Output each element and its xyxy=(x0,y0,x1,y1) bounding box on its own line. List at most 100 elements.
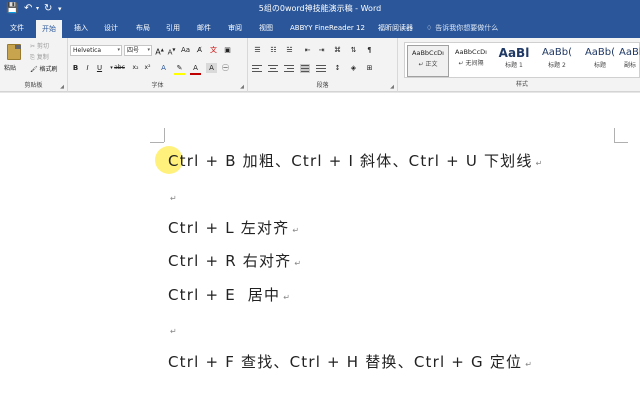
italic-icon[interactable]: I xyxy=(82,63,93,73)
style-sample: AaBbCcDı xyxy=(455,48,487,56)
styles-group-label: 样式 xyxy=(515,81,528,88)
clipboard-group-label: 剪贴板 xyxy=(24,82,43,89)
paragraph-mark: ↵ xyxy=(525,360,534,369)
tab-insert[interactable]: 插入 xyxy=(70,22,92,34)
clipboard-group: 粘贴 ✂ 剪切 ⎘ 复制 🖌 格式刷 剪贴板 ◢ xyxy=(0,38,68,92)
tab-home[interactable]: 开始 xyxy=(36,20,62,38)
cut-button[interactable]: ✂ 剪切 xyxy=(30,42,49,51)
tab-view[interactable]: 视图 xyxy=(255,22,277,34)
font-name-value: Helvetica xyxy=(73,47,102,54)
clipboard-icon xyxy=(7,44,21,60)
shrink-font-icon[interactable]: A▼ xyxy=(166,45,177,57)
document-paragraph[interactable]: Ctrl + R 右对齐 ↵ xyxy=(168,251,302,274)
tab-references[interactable]: 引用 xyxy=(162,22,184,34)
format-painter-label: 格式刷 xyxy=(39,66,58,73)
document-page[interactable] xyxy=(0,93,640,395)
style-sample: AaBb( xyxy=(619,47,640,58)
font-name-box[interactable]: Helvetica ▾ xyxy=(70,45,122,56)
clear-formatting-icon[interactable]: A̸ xyxy=(194,45,205,55)
ribbon: 粘贴 ✂ 剪切 ⎘ 复制 🖌 格式刷 剪贴板 ◢ Helvetica ▾ 四号 ▾ … xyxy=(0,38,640,92)
style-sample: AaBb( xyxy=(584,47,616,58)
superscript-icon[interactable]: x² xyxy=(142,63,153,73)
window-title: 5组の0word神技能演示稿 - Word xyxy=(258,4,382,13)
tab-file[interactable]: 文件 xyxy=(6,22,28,34)
tab-foxit[interactable]: 福昕阅读器 xyxy=(374,22,417,34)
distributed-icon[interactable] xyxy=(316,65,326,74)
numbering-icon[interactable]: ☷ xyxy=(268,45,279,55)
highlight-color-icon[interactable]: ✎ xyxy=(174,63,185,75)
document-paragraph[interactable]: Ctrl + B 加粗、Ctrl + I 斜体、Ctrl + U 下划线 ↵ xyxy=(168,151,544,174)
phonetic-guide-icon[interactable]: 文 xyxy=(208,45,219,55)
paragraph-group: ☰ ☷ ☱ ⇤ ⇥ ⌘ ⇅ ¶ ↕ ◈ ⊞ 段落 ◢ xyxy=(248,38,398,92)
document-paragraph[interactable]: Ctrl + F 查找、Ctrl + H 替换、Ctrl + G 定位 ↵ xyxy=(168,352,533,375)
paragraph-text: Ctrl + E 居中 xyxy=(168,286,281,304)
tab-design[interactable]: 设计 xyxy=(100,22,122,34)
chinese-layout-icon[interactable]: ⌘ xyxy=(332,45,343,55)
font-launcher-icon[interactable]: ◢ xyxy=(240,84,244,90)
strikethrough-icon[interactable]: abc xyxy=(114,63,125,73)
document-paragraph[interactable]: Ctrl + E 居中 ↵ xyxy=(168,285,291,308)
tell-me-box[interactable]: ♢ 告诉我你想要做什么 xyxy=(426,22,498,34)
paragraph-launcher-icon[interactable]: ◢ xyxy=(390,84,394,90)
paragraph-text: Ctrl + L 左对齐 xyxy=(168,219,290,237)
increase-indent-icon[interactable]: ⇥ xyxy=(316,45,327,55)
font-size-box[interactable]: 四号 ▾ xyxy=(124,45,152,56)
paragraph-mark: ↵ xyxy=(170,194,177,203)
tab-abbyy[interactable]: ABBYY FineReader 12 xyxy=(286,22,369,34)
shading-icon[interactable]: ◈ xyxy=(348,63,359,73)
paragraph-mark: ↵ xyxy=(292,226,301,235)
paste-button[interactable]: 粘贴 xyxy=(4,42,26,76)
chevron-down-icon: ▾ xyxy=(147,47,150,53)
paragraph-mark: ↵ xyxy=(294,259,303,268)
margin-marker xyxy=(614,142,628,143)
style-heading-2[interactable]: AaBb( 标题 2 xyxy=(536,45,578,77)
paragraph-mark: ↵ xyxy=(170,327,177,336)
document-paragraph[interactable]: Ctrl + L 左对齐 ↵ xyxy=(168,218,300,241)
style-name: 标题 1 xyxy=(505,62,523,69)
clipboard-launcher-icon[interactable]: ◢ xyxy=(60,84,64,90)
style-sample: AaBl xyxy=(498,46,530,60)
character-border-icon[interactable]: ▣ xyxy=(222,45,233,55)
change-case-icon[interactable]: Aa xyxy=(180,45,191,55)
tell-me-text: 告诉我你想要做什么 xyxy=(435,24,499,32)
paragraph-group-label: 段落 xyxy=(316,82,329,89)
bold-icon[interactable]: B xyxy=(70,63,81,73)
style-name: 标题 xyxy=(593,62,606,69)
style-title[interactable]: AaBb( 标题 xyxy=(579,45,621,77)
multilevel-list-icon[interactable]: ☱ xyxy=(284,45,295,55)
copy-button[interactable]: ⎘ 复制 xyxy=(30,53,49,62)
tab-mailings[interactable]: 邮件 xyxy=(193,22,215,34)
underline-icon[interactable]: U xyxy=(94,63,105,73)
paragraph-text: Ctrl + R 右对齐 xyxy=(168,252,292,270)
text-effects-icon[interactable]: A xyxy=(158,63,169,73)
bullets-icon[interactable]: ☰ xyxy=(252,45,263,55)
margin-marker xyxy=(614,128,615,142)
align-right-icon[interactable] xyxy=(284,65,294,74)
tab-layout[interactable]: 布局 xyxy=(132,22,154,34)
line-spacing-icon[interactable]: ↕ xyxy=(332,63,343,73)
character-shading-icon[interactable]: A xyxy=(206,63,217,73)
style-name: ↵ 无间隔 xyxy=(458,60,484,67)
style-sample: AaBbCcDı xyxy=(412,49,444,57)
show-hide-marks-icon[interactable]: ¶ xyxy=(364,45,375,55)
paragraph-text: Ctrl + F 查找、Ctrl + H 替换、Ctrl + G 定位 xyxy=(168,353,523,371)
enclose-characters-icon[interactable]: ㊀ xyxy=(220,63,231,73)
align-left-icon[interactable] xyxy=(252,65,262,74)
font-color-icon[interactable]: A xyxy=(190,63,201,75)
format-painter-button[interactable]: 🖌 格式刷 xyxy=(30,65,58,74)
tab-review[interactable]: 审阅 xyxy=(224,22,246,34)
style-sample: AaBb( xyxy=(541,47,573,58)
grow-font-icon[interactable]: A▲ xyxy=(154,45,165,58)
justify-icon[interactable] xyxy=(300,64,310,73)
align-center-icon[interactable] xyxy=(268,65,278,74)
font-group-label: 字体 xyxy=(151,82,164,89)
style-normal[interactable]: AaBbCcDı ↵ 正文 xyxy=(407,45,449,77)
style-subtitle[interactable]: AaBb( 副标 xyxy=(619,45,640,77)
sort-icon[interactable]: ⇅ xyxy=(348,45,359,55)
decrease-indent-icon[interactable]: ⇤ xyxy=(302,45,313,55)
borders-icon[interactable]: ⊞ xyxy=(364,63,375,73)
style-no-spacing[interactable]: AaBbCcDı ↵ 无间隔 xyxy=(450,45,492,77)
style-heading-1[interactable]: AaBl 标题 1 xyxy=(493,45,535,77)
subscript-icon[interactable]: x₂ xyxy=(130,63,141,73)
styles-gallery: AaBbCcDı ↵ 正文 AaBbCcDı ↵ 无间隔 AaBl 标题 1 A… xyxy=(404,42,640,78)
